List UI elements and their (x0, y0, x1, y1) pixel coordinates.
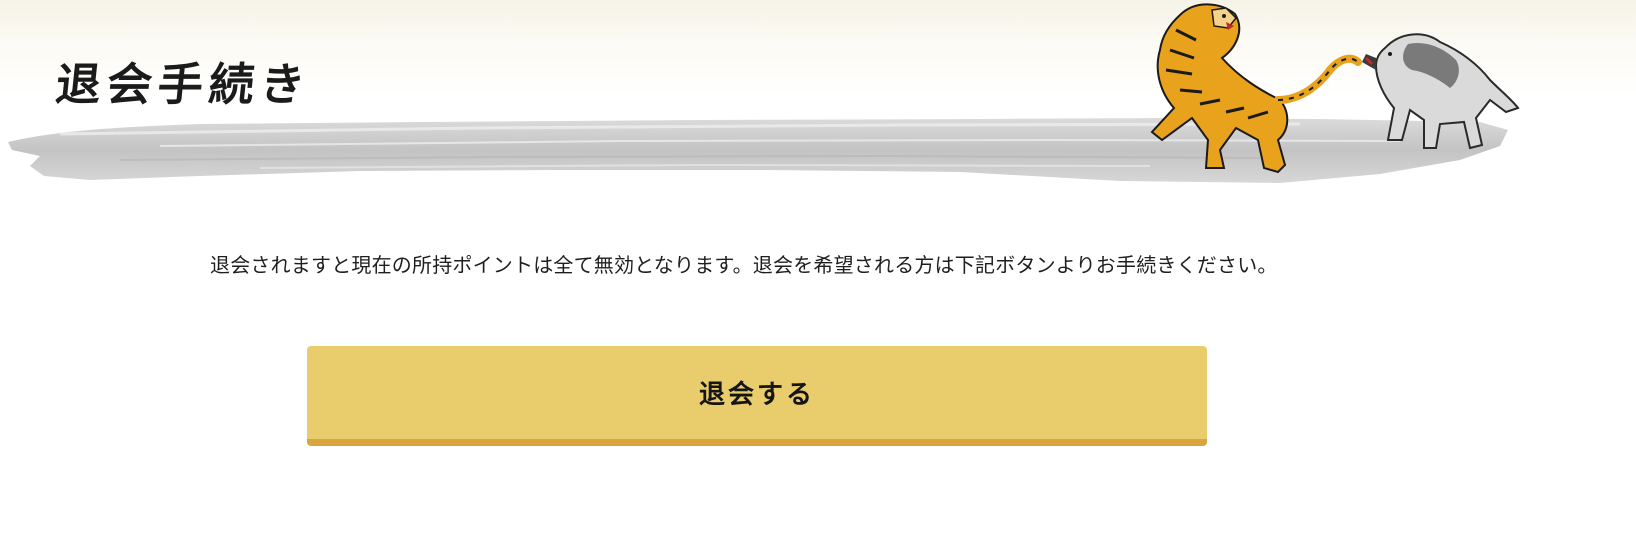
page-title: 退会手続き (53, 58, 314, 111)
withdrawal-notice: 退会されますと現在の所持ポイントは全て無効となります。退会を希望される方は下記ボ… (210, 253, 1278, 277)
withdrawal-page: 退会手続き 退会されますと現在の所持ポイントは全て無効となります。退会を希望され… (0, 0, 1636, 547)
tiger-and-wolf-illustration (1150, 3, 1520, 174)
page-header: 退会手続き (0, 0, 1636, 200)
wolf-icon (1362, 33, 1520, 150)
tiger-icon (1150, 3, 1362, 174)
withdraw-button[interactable]: 退会する (307, 346, 1207, 446)
